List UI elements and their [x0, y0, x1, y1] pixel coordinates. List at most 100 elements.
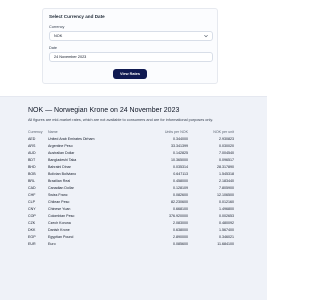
table-row: BHD Bahraini Dinar 0.035314 28.317890 — [28, 164, 234, 171]
results-section: NOK — Norwegian Krone on 24 November 202… — [0, 96, 267, 300]
nok-per-unit: 2.183440 — [219, 179, 234, 184]
units-per-nok: 0.082600 — [173, 193, 188, 198]
table-row: CLP Chilean Peso 82.230600 0.012160 — [28, 199, 234, 206]
units-per-nok: 2.083000 — [173, 221, 188, 226]
currency-code: CLP — [28, 200, 35, 205]
nok-per-unit: 0.096517 — [219, 158, 234, 163]
currency-code: COP — [28, 214, 36, 219]
units-per-nok: 376.920000 — [169, 214, 188, 219]
nok-per-unit: 0.012160 — [219, 200, 234, 205]
units-per-nok: 0.638000 — [173, 228, 188, 233]
column-header-units-per-nok: Units per NOK — [164, 130, 188, 135]
view-rates-button[interactable]: View Rates — [113, 69, 147, 79]
currency-name: Czech Koruna — [48, 221, 71, 226]
nok-per-unit: 0.346021 — [219, 235, 234, 240]
column-header-currency: Currency — [28, 130, 43, 135]
currency-name: United Arab Emirates Dirham — [48, 137, 95, 142]
units-per-nok: 0.142825 — [173, 151, 188, 156]
card-title: Select Currency and Date — [49, 14, 105, 19]
table-row: EUR Euro 0.085600 11.684100 — [28, 241, 234, 248]
date-input[interactable]: 24 November 2023 — [49, 52, 213, 62]
table-row: BOB Bolivian Boliviano 0.647113 1.545318 — [28, 171, 234, 178]
currency-code: CHF — [28, 193, 36, 198]
currency-code: AUD — [28, 151, 36, 156]
currency-code: BDT — [28, 158, 36, 163]
currency-name: Chilean Peso — [48, 200, 70, 205]
currency-name: Danish Krone — [48, 228, 70, 233]
selection-area: Select Currency and Date Currency NOK Da… — [0, 0, 267, 96]
units-per-nok: 2.890000 — [173, 235, 188, 240]
currency-name: Egyptian Pound — [48, 235, 74, 240]
units-per-nok: 82.230600 — [171, 200, 188, 205]
units-per-nok: 0.344000 — [173, 137, 188, 142]
rates-table: Currency Name Units per NOK NOK per unit… — [28, 129, 234, 248]
nok-per-unit: 12.106500 — [217, 193, 234, 198]
table-row: BDT Bangladeshi Taka 10.365000 0.096517 — [28, 157, 234, 164]
currency-name: Argentine Peso — [48, 144, 73, 149]
currency-name: Euro — [48, 242, 56, 247]
nok-per-unit: 2.930823 — [219, 137, 234, 142]
nok-per-unit: 28.317890 — [217, 165, 234, 170]
table-row: COP Colombian Peso 376.920000 0.002653 — [28, 213, 234, 220]
units-per-nok: 0.458000 — [173, 179, 188, 184]
currency-code: CZK — [28, 221, 36, 226]
nok-per-unit: 0.480092 — [219, 221, 234, 226]
table-row: AUD Australian Dollar 0.142825 7.004540 — [28, 150, 234, 157]
nok-per-unit: 1.496800 — [219, 207, 234, 212]
table-row: CZK Czech Koruna 2.083000 0.480092 — [28, 220, 234, 227]
table-row: DKK Danish Krone 0.638000 1.567400 — [28, 227, 234, 234]
currency-code: ARS — [28, 144, 36, 149]
currency-code: EGP — [28, 235, 36, 240]
currency-code: BOB — [28, 172, 36, 177]
nok-per-unit: 7.805900 — [219, 186, 234, 191]
date-label: Date — [49, 46, 58, 50]
currency-select[interactable]: NOK — [49, 31, 213, 41]
units-per-nok: 0.085600 — [173, 242, 188, 247]
nok-per-unit: 1.567400 — [219, 228, 234, 233]
nok-per-unit: 0.030020 — [219, 144, 234, 149]
results-note: All figures are mid-market rates, which … — [28, 118, 214, 122]
nok-per-unit: 1.545318 — [219, 172, 234, 177]
column-header-nok-per-unit: NOK per unit — [213, 130, 234, 135]
currency-code: EUR — [28, 242, 36, 247]
units-per-nok: 33.341399 — [171, 144, 188, 149]
currency-code: CNY — [28, 207, 36, 212]
table-header-row: Currency Name Units per NOK NOK per unit — [28, 129, 234, 136]
currency-name: Canadian Dollar — [48, 186, 74, 191]
currency-name: Swiss Franc — [48, 193, 68, 198]
currency-name: Chinese Yuan — [48, 207, 71, 212]
currency-code: BRL — [28, 179, 35, 184]
currency-name: Bangladeshi Taka — [48, 158, 77, 163]
table-row: CNY Chinese Yuan 0.668100 1.496800 — [28, 206, 234, 213]
currency-date-card: Select Currency and Date Currency NOK Da… — [42, 8, 218, 84]
table-row: ARS Argentine Peso 33.341399 0.030020 — [28, 143, 234, 150]
units-per-nok: 0.128109 — [173, 186, 188, 191]
currency-name: Brazilian Real — [48, 179, 71, 184]
table-row: CAD Canadian Dollar 0.128109 7.805900 — [28, 185, 234, 192]
results-content: NOK — Norwegian Krone on 24 November 202… — [28, 107, 234, 248]
currency-select-value: NOK — [54, 34, 63, 38]
chevron-down-icon — [204, 34, 208, 38]
table-row: CHF Swiss Franc 0.082600 12.106500 — [28, 192, 234, 199]
currency-code: CAD — [28, 186, 36, 191]
currency-name: Colombian Peso — [48, 214, 75, 219]
currency-name: Bahraini Dinar — [48, 165, 71, 170]
nok-per-unit: 7.004540 — [219, 151, 234, 156]
currency-name: Australian Dollar — [48, 151, 75, 156]
column-header-name: Name — [48, 130, 58, 135]
currency-code: DKK — [28, 228, 36, 233]
table-row: AED United Arab Emirates Dirham 0.344000… — [28, 136, 234, 143]
currency-label: Currency — [49, 25, 65, 29]
table-row: EGP Egyptian Pound 2.890000 0.346021 — [28, 234, 234, 241]
currency-code: AED — [28, 137, 36, 142]
units-per-nok: 0.647113 — [173, 172, 188, 177]
date-input-value: 24 November 2023 — [54, 55, 87, 59]
units-per-nok: 0.668100 — [173, 207, 188, 212]
nok-per-unit: 11.684100 — [217, 242, 234, 247]
nok-per-unit: 0.002653 — [219, 214, 234, 219]
units-per-nok: 0.035314 — [173, 165, 188, 170]
currency-name: Bolivian Boliviano — [48, 172, 77, 177]
results-title: NOK — Norwegian Krone on 24 November 202… — [28, 107, 180, 114]
units-per-nok: 10.365000 — [171, 158, 188, 163]
currency-code: BHD — [28, 165, 36, 170]
